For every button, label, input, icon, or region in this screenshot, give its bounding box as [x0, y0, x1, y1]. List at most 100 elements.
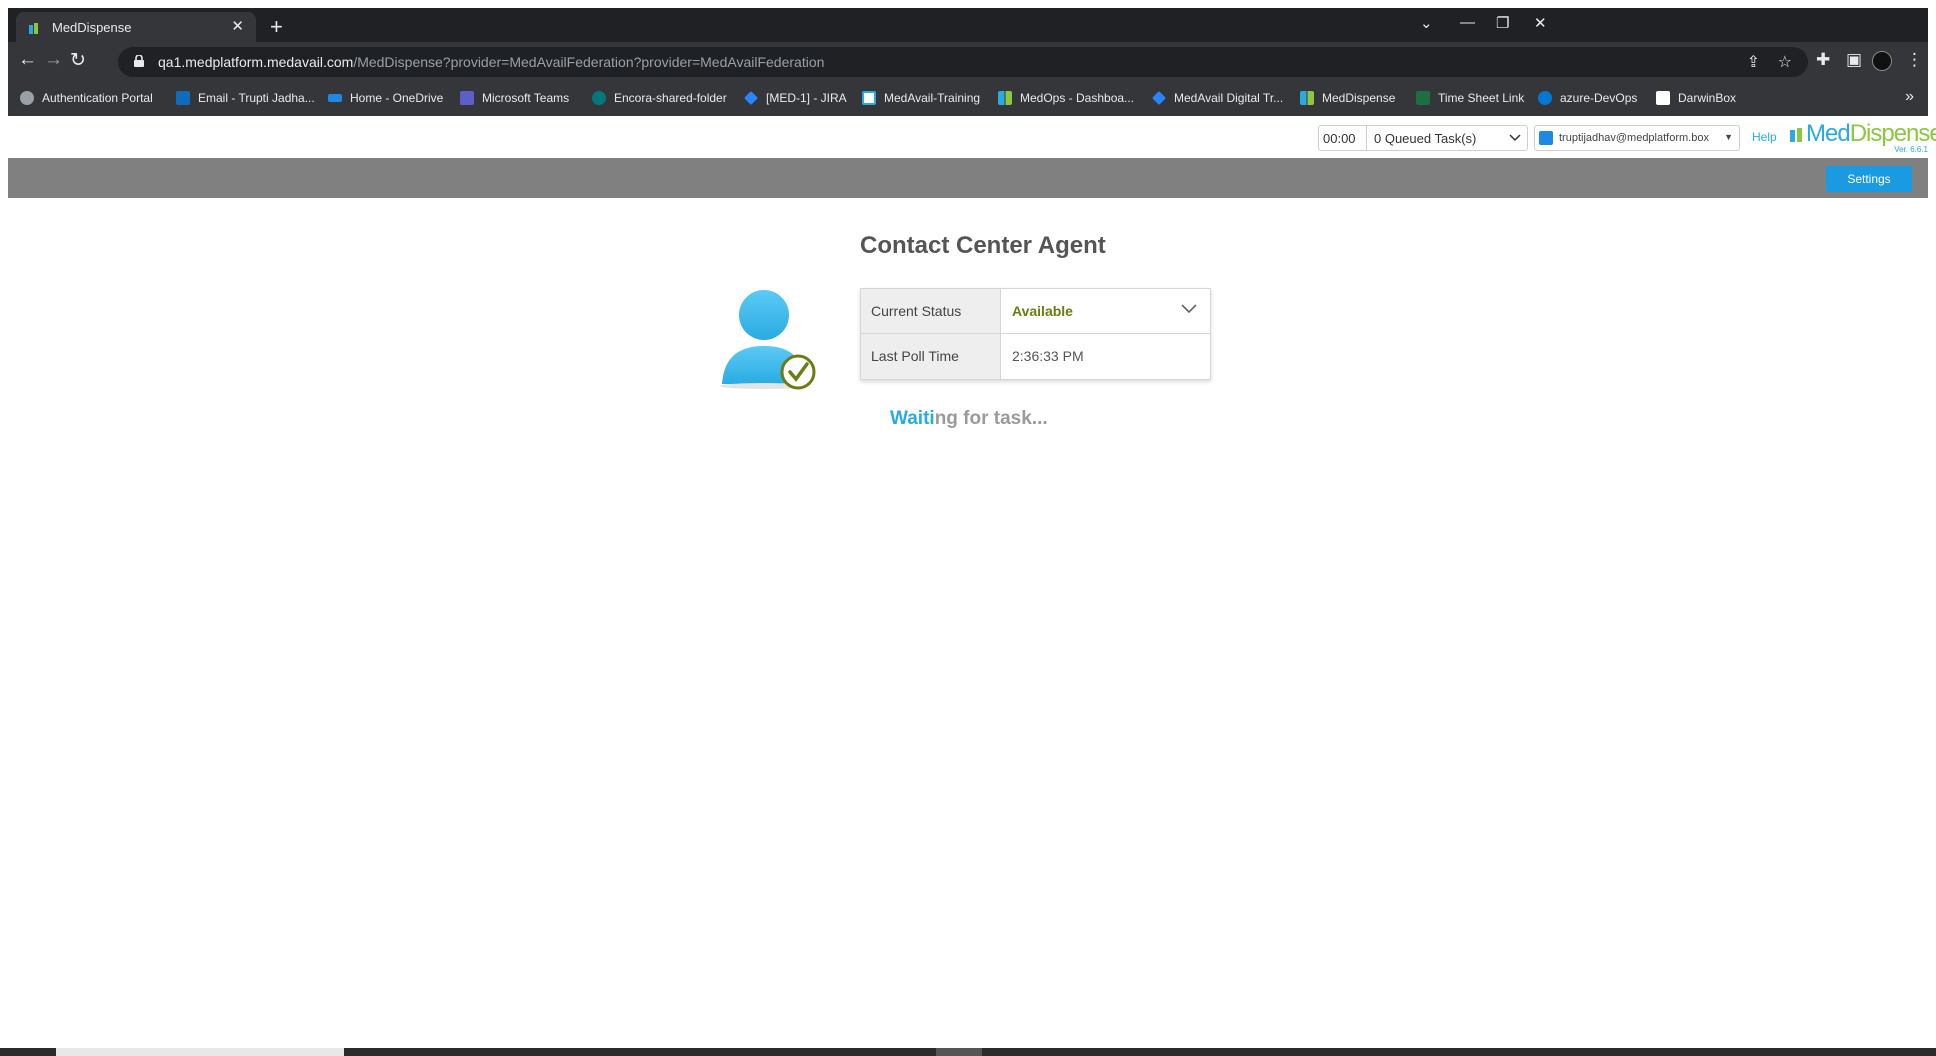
- bookmark-item[interactable]: MedAvail-Training: [862, 91, 980, 105]
- nav-bar: Settings: [8, 158, 1928, 198]
- darwinbox-icon: [1656, 91, 1670, 105]
- last-poll-value: 2:36:33 PM: [1012, 348, 1084, 364]
- settings-button[interactable]: Settings: [1826, 166, 1912, 192]
- url-path: /MedDispense?provider=MedAvailFederation…: [353, 54, 825, 70]
- bookmark-label: Time Sheet Link: [1438, 91, 1525, 105]
- lock-icon: [134, 55, 144, 67]
- bookmark-label: Microsoft Teams: [482, 91, 570, 105]
- timer: 00:00: [1323, 131, 1356, 146]
- logo-bar: [1790, 130, 1795, 142]
- bookmark-item[interactable]: Authentication Portal: [20, 91, 153, 105]
- meddispense-icon: [998, 91, 1012, 105]
- help-link[interactable]: Help: [1752, 130, 1777, 144]
- browser-tab[interactable]: MedDispense ✕: [16, 12, 256, 42]
- bookmark-label: Email - Trupti Jadha...: [198, 91, 315, 105]
- globe-icon: [20, 91, 34, 105]
- agent-available-avatar-icon: [720, 290, 816, 390]
- chevron-down-icon: [1181, 304, 1197, 314]
- bookmark-label: [MED-1] - JIRA: [766, 91, 847, 105]
- app-header: 00:00 0 Queued Task(s) truptijadhav@medp…: [8, 116, 1936, 158]
- taskbar-app[interactable]: [936, 1048, 982, 1056]
- chevron-down-icon: [1509, 134, 1521, 142]
- divider: [1366, 126, 1367, 150]
- browser-menu-icon[interactable]: ⋮: [1906, 50, 1923, 70]
- meddispense-icon: [1300, 91, 1314, 105]
- bookmark-item[interactable]: azure-DevOps: [1538, 91, 1637, 105]
- user-email: truptijadhav@medplatform.box: [1559, 132, 1709, 144]
- forward-icon[interactable]: →: [44, 49, 63, 71]
- user-menu[interactable]: truptijadhav@medplatform.box ▼: [1534, 125, 1740, 151]
- tab-close-icon[interactable]: ✕: [231, 17, 244, 35]
- reload-icon[interactable]: ↻: [70, 49, 86, 72]
- outlook-icon: [176, 91, 190, 105]
- user-icon: [1539, 131, 1553, 145]
- agent-status-table: Current Status Available Last Poll Time …: [860, 288, 1211, 380]
- bookmark-item[interactable]: [MED-1] - JIRA: [744, 91, 847, 105]
- bookmark-label: MedOps - Dashboa...: [1020, 91, 1135, 105]
- page-title: Contact Center Agent: [860, 232, 1106, 259]
- bookmark-label: Encora-shared-folder: [614, 91, 727, 105]
- version-label: Ver. 6.6.1: [1894, 145, 1928, 154]
- bookmark-item[interactable]: MedDispense: [1300, 91, 1395, 105]
- bookmark-label: MedAvail Digital Tr...: [1174, 91, 1284, 105]
- bookmark-item[interactable]: DarwinBox: [1656, 91, 1736, 105]
- jira-icon: [744, 91, 758, 105]
- profile-avatar-icon[interactable]: [1872, 51, 1892, 71]
- bookmark-label: MedAvail-Training: [884, 91, 981, 105]
- teams-icon: [460, 91, 474, 105]
- extensions-icon[interactable]: ✚: [1816, 50, 1830, 70]
- last-poll-row: Last Poll Time 2:36:33 PM: [861, 334, 1210, 379]
- status-select[interactable]: Available: [1002, 289, 1210, 333]
- status-value: Available: [1012, 303, 1073, 319]
- sharepoint-icon: [592, 91, 606, 105]
- excel-icon: [1416, 91, 1430, 105]
- logo-dispense: Dispense: [1849, 120, 1936, 147]
- side-panel-icon[interactable]: ▣: [1846, 50, 1862, 70]
- bookmark-item[interactable]: Time Sheet Link: [1416, 91, 1524, 105]
- bookmark-item[interactable]: Microsoft Teams: [460, 91, 569, 105]
- bookmark-label: Authentication Portal: [42, 91, 153, 105]
- restore-icon[interactable]: ❐: [1496, 14, 1509, 32]
- bookmark-label: MedDispense: [1322, 91, 1396, 105]
- waiting-highlight: Waiti: [890, 408, 935, 429]
- bookmark-label: azure-DevOps: [1560, 91, 1638, 105]
- bookmark-item[interactable]: MedAvail Digital Tr...: [1152, 91, 1283, 105]
- browser-chrome: MedDispense ✕ + ⌄ — ❐ ✕ ← → ↻ qa1.medpla…: [8, 8, 1928, 116]
- bookmark-item[interactable]: Home - OneDrive: [328, 91, 443, 105]
- medavail-icon: [862, 91, 876, 105]
- caret-down-icon: ▼: [1724, 132, 1733, 142]
- new-tab-icon[interactable]: +: [270, 14, 283, 40]
- tab-search-icon[interactable]: ⌄: [1420, 14, 1433, 32]
- azure-devops-icon: [1538, 91, 1552, 105]
- meddispense-favicon-icon: [29, 23, 38, 34]
- bookmark-star-icon[interactable]: ☆: [1778, 52, 1792, 72]
- meddispense-logo: MedDispense Ver. 6.6.1: [1788, 120, 1936, 156]
- last-poll-label: Last Poll Time: [861, 334, 1001, 379]
- bookmark-item[interactable]: Encora-shared-folder: [592, 91, 727, 105]
- queued-tasks-label: 0 Queued Task(s): [1374, 131, 1477, 146]
- logo-text: MedDispense: [1806, 120, 1936, 148]
- task-queue-dropdown[interactable]: 00:00 0 Queued Task(s): [1318, 125, 1528, 151]
- address-bar[interactable]: qa1.medplatform.medavail.com/MedDispense…: [118, 47, 1808, 77]
- back-icon[interactable]: ←: [18, 49, 37, 71]
- bookmark-label: DarwinBox: [1678, 91, 1737, 105]
- minimize-icon[interactable]: —: [1460, 14, 1475, 31]
- bookmarks-bar: Authentication Portal Email - Trupti Jad…: [8, 82, 1928, 116]
- bookmark-label: Home - OneDrive: [350, 91, 444, 105]
- bookmark-item[interactable]: MedOps - Dashboa...: [998, 91, 1134, 105]
- logo-med: Med: [1806, 120, 1851, 147]
- waiting-message: Waiting for task...: [890, 408, 1048, 430]
- url-text: qa1.medplatform.medavail.com/MedDispense…: [158, 54, 824, 70]
- bookmark-item[interactable]: Email - Trupti Jadha...: [176, 91, 315, 105]
- taskbar-search[interactable]: [56, 1048, 344, 1056]
- onedrive-icon: [328, 94, 342, 102]
- tab-strip: MedDispense ✕ + ⌄ — ❐ ✕: [8, 8, 1928, 42]
- url-host: qa1.medplatform.medavail.com: [158, 54, 354, 70]
- share-icon[interactable]: ⇪: [1747, 52, 1760, 72]
- os-taskbar: [0, 1048, 1936, 1056]
- tab-title: MedDispense: [52, 20, 132, 35]
- bookmarks-overflow-icon[interactable]: »: [1905, 88, 1914, 106]
- browser-toolbar: ← → ↻ qa1.medplatform.medavail.com/MedDi…: [8, 42, 1928, 82]
- current-status-label: Current Status: [861, 289, 1001, 333]
- close-window-icon[interactable]: ✕: [1534, 14, 1547, 32]
